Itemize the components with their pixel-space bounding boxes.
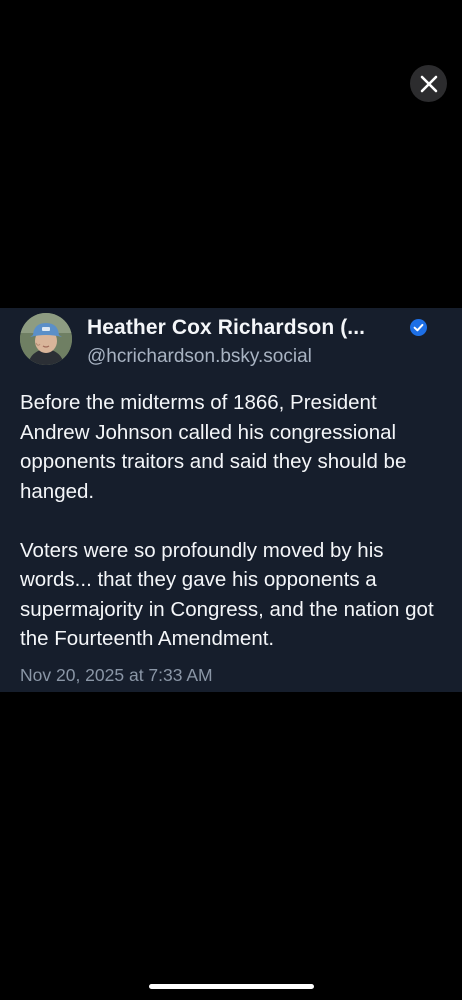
author-handle[interactable]: @hcrichardson.bsky.social — [87, 346, 312, 368]
avatar[interactable] — [20, 313, 72, 365]
post-text: Before the midterms of 1866, President A… — [20, 388, 450, 654]
post-paragraph: Before the midterms of 1866, President A… — [20, 391, 407, 503]
verified-check-icon — [410, 319, 427, 336]
post-paragraph: Voters were so profoundly moved by his w… — [20, 538, 434, 651]
home-indicator[interactable] — [149, 984, 314, 989]
post-card[interactable]: Heather Cox Richardson (... @hcrichardso… — [0, 308, 462, 692]
author-display-name[interactable]: Heather Cox Richardson (... — [87, 316, 365, 340]
post-timestamp: Nov 20, 2025 at 7:33 AM — [20, 665, 213, 685]
close-icon — [420, 75, 437, 92]
verified-badge — [410, 319, 427, 336]
close-button[interactable] — [410, 65, 447, 102]
avatar-photo — [20, 313, 72, 365]
